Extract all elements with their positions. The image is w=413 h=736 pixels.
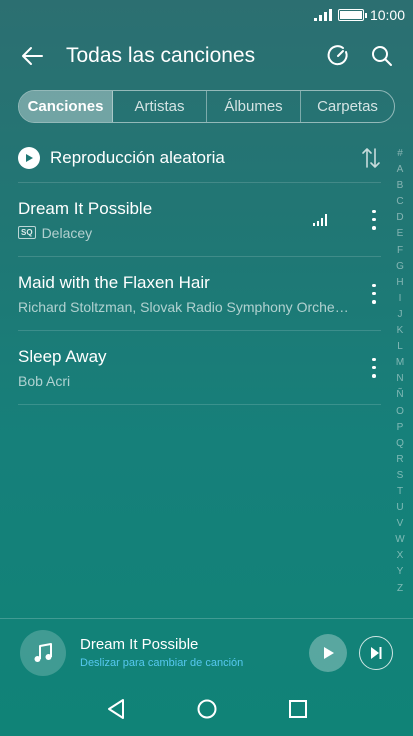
status-bar: 10:00 bbox=[0, 0, 413, 30]
status-time: 10:00 bbox=[369, 7, 405, 23]
song-title: Dream It Possible bbox=[18, 198, 153, 218]
alphabet-letter[interactable]: M bbox=[396, 355, 404, 371]
alphabet-letter[interactable]: H bbox=[396, 275, 403, 291]
alphabet-letter[interactable]: S bbox=[397, 468, 404, 484]
tab-carpetas[interactable]: Carpetas bbox=[301, 91, 394, 122]
song-artist: Delacey bbox=[41, 224, 93, 241]
alphabet-letter[interactable]: X bbox=[397, 548, 404, 564]
alphabet-letter[interactable]: T bbox=[397, 484, 403, 500]
nav-recents-icon[interactable] bbox=[288, 699, 308, 724]
battery-icon bbox=[337, 9, 367, 21]
alphabet-letter[interactable]: W bbox=[395, 532, 404, 548]
alphabet-letter[interactable]: U bbox=[396, 500, 403, 516]
alphabet-letter[interactable]: E bbox=[397, 226, 404, 242]
app-bar: Todas las canciones bbox=[0, 30, 413, 82]
song-row[interactable]: Sleep Away Bob Acri bbox=[18, 331, 381, 405]
song-row[interactable]: Dream It Possible SQ Delacey bbox=[18, 183, 381, 257]
alphabet-letter[interactable]: I bbox=[399, 291, 402, 307]
alphabet-letter[interactable]: Z bbox=[397, 581, 403, 597]
song-title: Maid with the Flaxen Hair bbox=[18, 272, 210, 292]
alphabet-letter[interactable]: K bbox=[397, 323, 404, 339]
song-artist: Bob Acri bbox=[18, 372, 71, 389]
sort-icon[interactable] bbox=[361, 147, 381, 169]
alphabet-index[interactable]: # A B C D E F G H I J K L M N Ñ O P Q R S T U V W X Y Z bbox=[393, 146, 407, 597]
alphabet-letter[interactable]: Q bbox=[396, 436, 404, 452]
alphabet-letter[interactable]: D bbox=[396, 210, 403, 226]
shuffle-row[interactable]: Reproducción aleatoria bbox=[18, 133, 381, 183]
more-options-icon[interactable] bbox=[367, 282, 381, 306]
alphabet-letter[interactable]: A bbox=[397, 162, 404, 178]
song-list: Reproducción aleatoria Dream It Possible… bbox=[18, 133, 381, 405]
tab-artistas[interactable]: Artistas bbox=[113, 91, 207, 122]
alphabet-letter[interactable]: Y bbox=[397, 564, 404, 580]
tab-bar: Canciones Artistas Álbumes Carpetas bbox=[18, 90, 395, 123]
more-options-icon[interactable] bbox=[367, 208, 381, 232]
alphabet-letter[interactable]: G bbox=[396, 259, 404, 275]
now-playing-title: Dream It Possible bbox=[80, 636, 199, 653]
alphabet-letter[interactable]: R bbox=[396, 452, 403, 468]
nav-home-icon[interactable] bbox=[196, 698, 218, 725]
alphabet-letter[interactable]: B bbox=[397, 178, 404, 194]
next-track-button[interactable] bbox=[359, 635, 393, 670]
song-artist: Richard Stoltzman, Slovak Radio Symphony… bbox=[18, 298, 349, 315]
arrow-left-icon[interactable] bbox=[18, 42, 46, 70]
shuffle-label: Reproducción aleatoria bbox=[50, 147, 225, 167]
alphabet-letter[interactable]: O bbox=[396, 404, 404, 420]
mini-player[interactable]: Dream It Possible Deslizar para cambiar … bbox=[0, 618, 413, 686]
alphabet-letter[interactable]: Ñ bbox=[396, 387, 403, 403]
alphabet-letter[interactable]: L bbox=[397, 339, 403, 355]
tab-canciones[interactable]: Canciones bbox=[19, 91, 113, 122]
nav-back-icon[interactable] bbox=[106, 698, 126, 725]
song-title: Sleep Away bbox=[18, 346, 107, 366]
play-icon bbox=[18, 146, 40, 169]
sq-badge: SQ bbox=[18, 226, 36, 239]
alphabet-letter[interactable]: # bbox=[397, 146, 403, 162]
tab-albumes[interactable]: Álbumes bbox=[207, 91, 301, 122]
sleep-timer-icon[interactable] bbox=[321, 39, 355, 73]
search-icon[interactable] bbox=[365, 39, 399, 73]
play-button[interactable] bbox=[309, 633, 347, 672]
now-playing-bars-icon bbox=[313, 213, 327, 226]
alphabet-letter[interactable]: C bbox=[396, 194, 403, 210]
system-nav-bar bbox=[0, 686, 413, 736]
now-playing-hint: Deslizar para cambiar de canción bbox=[80, 657, 244, 669]
alphabet-letter[interactable]: F bbox=[397, 243, 403, 259]
alphabet-letter[interactable]: N bbox=[396, 371, 403, 387]
more-options-icon[interactable] bbox=[367, 356, 381, 380]
alphabet-letter[interactable]: P bbox=[397, 420, 404, 436]
signal-icon bbox=[313, 9, 332, 21]
page-title: Todas las canciones bbox=[66, 44, 256, 67]
alphabet-letter[interactable]: V bbox=[397, 516, 404, 532]
song-row[interactable]: Maid with the Flaxen Hair Richard Stoltz… bbox=[18, 257, 381, 331]
music-note-icon bbox=[20, 629, 66, 676]
alphabet-letter[interactable]: J bbox=[398, 307, 403, 323]
